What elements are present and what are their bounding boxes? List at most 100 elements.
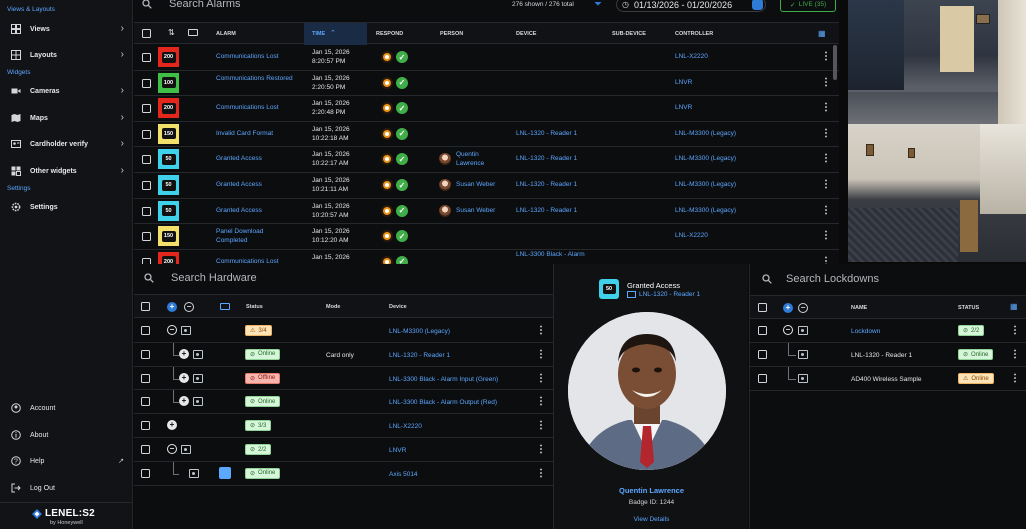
row-checkbox[interactable] — [142, 129, 151, 139]
row-menu-icon[interactable]: ⋮ — [536, 445, 546, 455]
sidebar-item-cardholder-verify[interactable]: Cardholder verify › — [0, 134, 133, 154]
collapse-all-icon[interactable]: − — [798, 303, 808, 313]
sidebar-item-cameras[interactable]: Cameras › — [0, 81, 133, 101]
row-menu-icon[interactable]: ⋮ — [536, 468, 546, 479]
acknowledge-icon[interactable] — [381, 153, 393, 166]
device-name[interactable]: LNL-1320 - Reader 1 — [389, 352, 450, 359]
acknowledge-icon[interactable] — [381, 230, 393, 243]
select-all-checkbox[interactable] — [141, 302, 150, 311]
row-menu-icon[interactable]: ⋮ — [536, 397, 546, 407]
respond-actions[interactable]: ✓ — [381, 153, 408, 166]
row-checkbox[interactable] — [142, 78, 151, 88]
alarm-row[interactable]: 200 Communications Lost Jan 15, 2026 8:20:5… — [134, 45, 839, 71]
row-checkbox[interactable] — [141, 468, 150, 478]
column-settings-icon[interactable]: ▦ — [1010, 302, 1018, 311]
device-name[interactable]: LNL-1320 - Reader 1 — [516, 130, 577, 137]
clear-check-icon[interactable]: ✓ — [396, 230, 408, 243]
alarm-name[interactable]: Communications Lost — [216, 104, 296, 113]
row-checkbox[interactable] — [758, 326, 767, 335]
respond-actions[interactable]: ✓ — [381, 204, 408, 217]
device-name[interactable]: LNL-X2220 — [389, 423, 422, 430]
controller-name[interactable]: LNL-M3300 (Legacy) — [675, 130, 736, 137]
row-checkbox[interactable] — [142, 232, 151, 242]
hardware-row[interactable]: + ⊘ Offline LNL-3300 Black - Alarm Input (G… — [134, 366, 553, 391]
collapse-row-icon[interactable]: − — [167, 325, 177, 335]
row-checkbox[interactable] — [141, 421, 150, 431]
row-menu-icon[interactable]: ⋮ — [821, 231, 831, 241]
col-subdevice[interactable]: SUB-DEVICE — [612, 31, 646, 37]
alarm-search[interactable]: Search Alarms — [142, 0, 241, 11]
row-checkbox[interactable] — [142, 53, 151, 62]
respond-actions[interactable]: ✓ — [381, 255, 408, 264]
acknowledge-icon[interactable] — [381, 179, 393, 191]
respond-actions[interactable]: ✓ — [381, 76, 408, 89]
search-input[interactable]: Search Lockdowns — [786, 273, 879, 285]
hardware-row[interactable]: − ⊘ 2/2 LNVR ⋮ — [134, 438, 553, 462]
col-person[interactable]: PERSON — [440, 31, 463, 37]
live-video-icon[interactable] — [219, 466, 231, 479]
alarm-name[interactable]: Invalid Card Format — [216, 130, 296, 139]
verify-reader[interactable]: LNL-1320 - Reader 1 — [627, 291, 700, 298]
col-respond[interactable]: RESPOND — [376, 31, 403, 37]
view-details-link[interactable]: View Details — [554, 516, 749, 523]
alarm-row[interactable]: 150 Invalid Card Format Jan 15, 2026 10:22:… — [134, 122, 839, 148]
expand-row-icon[interactable]: + — [167, 420, 177, 431]
clear-check-icon[interactable]: ✓ — [396, 153, 408, 166]
sidebar-item-about[interactable]: About — [0, 425, 133, 445]
acknowledge-icon[interactable] — [381, 102, 393, 115]
alarm-row[interactable]: 50 Granted Access Jan 15, 2026 10:21:11 AM ✓… — [134, 173, 839, 199]
lockdown-search[interactable]: Search Lockdowns — [762, 272, 879, 286]
hardware-row[interactable]: + ⊘ Online LNL-3300 Black - Alarm Output (R… — [134, 390, 553, 415]
row-menu-icon[interactable]: ⋮ — [1010, 374, 1020, 384]
scrollbar[interactable] — [833, 45, 837, 80]
hardware-row[interactable]: − ⚠ 3/4 LNL-M3300 (Legacy) ⋮ — [134, 319, 553, 343]
row-checkbox[interactable] — [141, 445, 150, 454]
acknowledge-icon[interactable] — [381, 51, 393, 63]
search-input[interactable]: Search Hardware — [171, 272, 257, 284]
sidebar-item-other-widgets[interactable]: Other widgets › — [0, 161, 133, 181]
row-checkbox[interactable] — [141, 326, 150, 335]
video-icon[interactable] — [220, 303, 230, 310]
sidebar-item-help[interactable]: ? Help ↗ — [0, 451, 133, 471]
device-name[interactable]: Axis 5014 — [389, 471, 418, 478]
hardware-row[interactable]: + ⊘ 3/3 LNL-X2220 ⋮ — [134, 414, 553, 438]
filter-icon[interactable]: ⏷ — [594, 0, 602, 10]
person-name[interactable]: Susan Weber — [456, 207, 496, 216]
col-controller[interactable]: CONTROLLER — [675, 31, 713, 37]
lockdown-row[interactable]: LNL-1320 - Reader 1 ⊘ Online ⋮ — [750, 343, 1026, 367]
alarm-name[interactable]: Granted Access — [216, 181, 296, 190]
row-menu-icon[interactable]: ⋮ — [821, 154, 831, 164]
expand-all-icon[interactable]: + — [167, 302, 177, 312]
device-name[interactable]: LNL-M3300 (Legacy) — [389, 328, 450, 335]
device-name[interactable]: LNL-3300 Black - Alarm Output (Red) — [389, 399, 497, 406]
lockdown-name[interactable]: Lockdown — [851, 328, 880, 335]
row-menu-icon[interactable]: ⋮ — [536, 421, 546, 431]
row-menu-icon[interactable]: ⋮ — [821, 52, 831, 62]
video-icon[interactable] — [188, 29, 198, 36]
sidebar-item-views[interactable]: Views › — [0, 19, 133, 39]
clear-check-icon[interactable]: ✓ — [396, 127, 408, 140]
row-menu-icon[interactable]: ⋮ — [536, 349, 546, 360]
lockdown-row[interactable]: AD400 Wireless Sample ⚠ Online ⋮ — [750, 367, 1026, 391]
controller-name[interactable]: LNVR — [675, 104, 692, 111]
clear-check-icon[interactable]: ✓ — [396, 204, 408, 217]
sidebar-item-settings[interactable]: Settings — [0, 197, 133, 217]
alarm-name[interactable]: Communications Lost — [216, 53, 296, 62]
lockdown-row[interactable]: − Lockdown ⊘ 2/2 ⋮ — [750, 319, 1026, 343]
hardware-search[interactable]: Search Hardware — [144, 271, 257, 285]
camera-feed-2[interactable] — [848, 124, 1026, 262]
controller-name[interactable]: LNL-M3300 (Legacy) — [675, 181, 736, 188]
row-menu-icon[interactable]: ⋮ — [1010, 326, 1020, 336]
controller-name[interactable]: LNVR — [675, 79, 692, 86]
calendar-icon[interactable] — [752, 0, 763, 10]
row-checkbox[interactable] — [142, 155, 151, 165]
controller-name[interactable]: LNL-M3300 (Legacy) — [675, 155, 736, 162]
sidebar-item-layouts[interactable]: Layouts › — [0, 45, 133, 65]
col-alarm[interactable]: ALARM — [216, 31, 236, 37]
collapse-row-icon[interactable]: − — [167, 444, 177, 454]
person-name[interactable]: Quentin Lawrence — [456, 151, 496, 168]
cardholder-name[interactable]: Quentin Lawrence — [554, 486, 749, 495]
col-device[interactable]: DEVICE — [516, 31, 536, 37]
device-name[interactable]: LNL-1320 - Reader 1 — [516, 181, 577, 188]
controller-name[interactable]: LNL-M3300 (Legacy) — [675, 207, 736, 214]
